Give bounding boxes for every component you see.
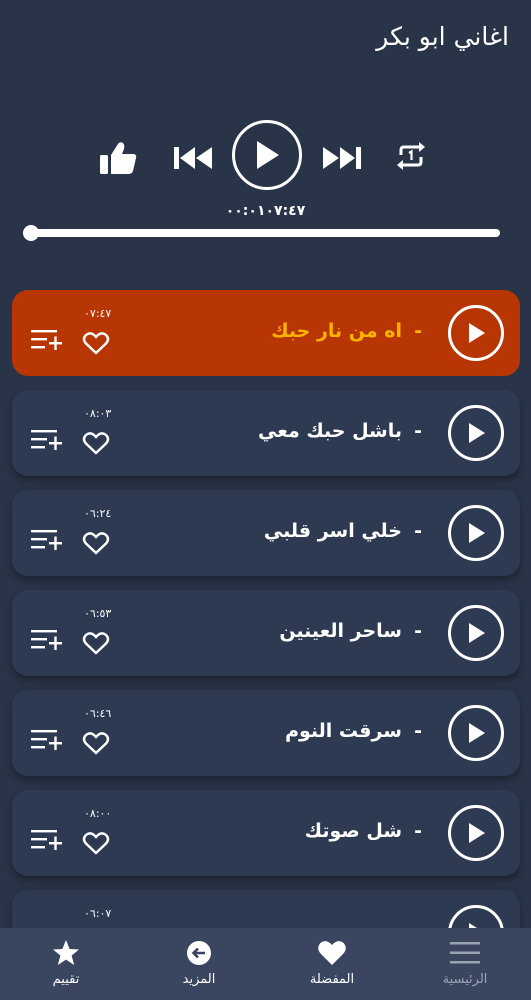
previous-icon xyxy=(174,147,212,169)
play-pause-button[interactable] xyxy=(232,120,302,190)
heart-outline-icon[interactable] xyxy=(82,430,110,456)
song-play-button[interactable] xyxy=(448,605,504,661)
song-row[interactable]: - ساحر العينين ٠٦:٥٣ xyxy=(12,590,520,676)
time-display: ٠٠:٠١٠٧:٤٧ xyxy=(225,203,306,219)
next-icon xyxy=(323,147,361,169)
previous-button[interactable] xyxy=(170,136,216,180)
song-duration: ٠٦:٢٤ xyxy=(84,507,112,520)
nav-more-label: المزيد xyxy=(182,972,216,987)
song-duration: ٠٦:٥٣ xyxy=(84,607,112,620)
add-to-playlist-icon[interactable] xyxy=(30,526,64,554)
song-play-button[interactable] xyxy=(448,805,504,861)
song-play-button[interactable] xyxy=(448,405,504,461)
song-duration: ٠٨:٠٠ xyxy=(84,807,112,820)
song-title: خلي اسر قلبي xyxy=(263,520,402,542)
add-to-playlist-icon[interactable] xyxy=(30,626,64,654)
heart-outline-icon[interactable] xyxy=(82,730,110,756)
song-duration: ٠٧:٤٧ xyxy=(84,307,112,320)
play-icon xyxy=(469,923,477,928)
song-play-button[interactable] xyxy=(448,905,504,928)
song-title: شل صوتك xyxy=(304,820,402,842)
song-row[interactable]: - ٠٦:٠٧ xyxy=(12,890,520,928)
like-icon xyxy=(100,142,137,174)
heart-outline-icon[interactable] xyxy=(82,830,110,856)
song-play-button[interactable] xyxy=(448,505,504,561)
add-to-playlist-icon[interactable] xyxy=(30,826,64,854)
star-icon xyxy=(53,940,79,965)
song-dash: - xyxy=(414,320,422,342)
song-dash: - xyxy=(414,520,422,542)
nav-favorites-label: المفضلة xyxy=(309,972,355,987)
song-list: - اه من نار حبك ٠٧:٤٧- باشل حبك معي ٠٨:٠٣- خل… xyxy=(0,288,531,928)
song-dash: - xyxy=(414,620,422,642)
nav-home-label: الرئيسية xyxy=(442,972,488,987)
nav-favorites[interactable]: المفضلة xyxy=(266,928,398,1000)
song-play-button[interactable] xyxy=(448,305,504,361)
song-title: باشل حبك معي xyxy=(258,420,402,442)
heart-icon xyxy=(318,941,346,965)
nav-rate-label: تقييم xyxy=(52,972,80,987)
song-row[interactable]: - باشل حبك معي ٠٨:٠٣ xyxy=(12,390,520,476)
like-button[interactable] xyxy=(96,136,140,180)
nav-more[interactable]: المزيد xyxy=(133,928,265,1000)
bottom-navigation: تقييم المزيد المفضلة الرئيسية xyxy=(0,928,531,1000)
heart-outline-icon[interactable] xyxy=(82,630,110,656)
song-dash: - xyxy=(414,920,422,928)
play-icon xyxy=(257,141,279,169)
play-icon xyxy=(469,623,485,643)
progress-bar[interactable] xyxy=(23,225,500,241)
play-icon xyxy=(469,723,485,743)
song-dash: - xyxy=(414,820,422,842)
repeat-one-icon xyxy=(397,142,425,170)
heart-outline-icon[interactable] xyxy=(82,330,110,356)
song-row[interactable]: - خلي اسر قلبي ٠٦:٢٤ xyxy=(12,490,520,576)
song-play-button[interactable] xyxy=(448,705,504,761)
song-title: سرقت النوم xyxy=(285,720,402,742)
song-title: اه من نار حبك xyxy=(271,320,402,342)
song-duration: ٠٦:٠٧ xyxy=(84,907,112,920)
song-row[interactable]: - شل صوتك ٠٨:٠٠ xyxy=(12,790,520,876)
nav-home[interactable]: الرئيسية xyxy=(399,928,531,1000)
song-duration: ٠٦:٤٦ xyxy=(84,707,112,720)
repeat-button[interactable] xyxy=(392,136,430,176)
heart-outline-icon[interactable] xyxy=(82,530,110,556)
nav-rate[interactable]: تقييم xyxy=(0,928,132,1000)
song-dash: - xyxy=(414,420,422,442)
next-button[interactable] xyxy=(319,136,365,180)
song-dash: - xyxy=(414,720,422,742)
play-icon xyxy=(469,323,485,343)
play-icon xyxy=(469,823,485,843)
play-icon xyxy=(469,523,485,543)
player-controls xyxy=(0,118,531,196)
app-title: اغاني ابو بكر xyxy=(376,22,509,51)
add-to-playlist-icon[interactable] xyxy=(30,326,64,354)
add-to-playlist-icon[interactable] xyxy=(30,426,64,454)
play-icon xyxy=(469,423,485,443)
arrow-left-circle-icon xyxy=(187,941,211,965)
progress-knob[interactable] xyxy=(23,225,39,241)
song-title: ساحر العينين xyxy=(279,620,402,642)
song-row[interactable]: - سرقت النوم ٠٦:٤٦ xyxy=(12,690,520,776)
menu-icon xyxy=(450,942,480,964)
song-row[interactable]: - اه من نار حبك ٠٧:٤٧ xyxy=(12,290,520,376)
song-duration: ٠٨:٠٣ xyxy=(84,407,112,420)
add-to-playlist-icon[interactable] xyxy=(30,726,64,754)
